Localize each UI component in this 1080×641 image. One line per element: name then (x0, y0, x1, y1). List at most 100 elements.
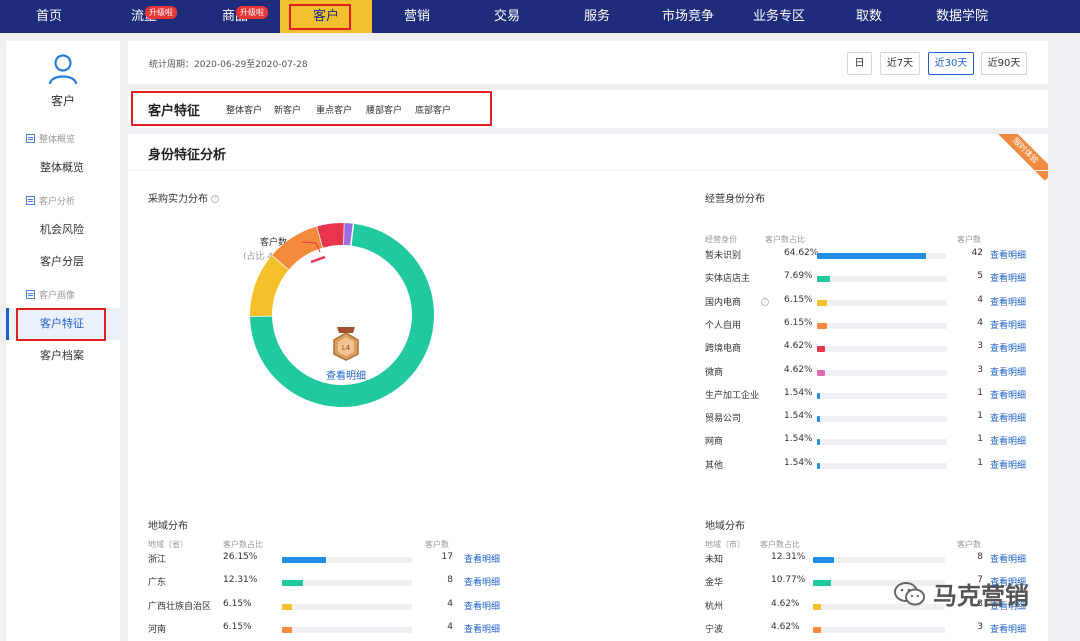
detail-link[interactable]: 查看明细 (990, 552, 1026, 565)
watermark: 马克营销 (893, 576, 1029, 611)
table-row: 生产加工企业 1.54% 1 查看明细 (705, 388, 1035, 404)
row-name: 广西壮族自治区 (148, 601, 212, 612)
help-icon[interactable]: ? (211, 195, 219, 203)
sidebar-item-risk[interactable]: 机会风险 (6, 214, 120, 246)
sidebar-group-portrait: 客户画像 (26, 288, 75, 301)
province-header-name: 地域（省） (148, 540, 188, 549)
nav-item-home[interactable]: 首页 (0, 0, 98, 33)
row-name: 河南 (148, 624, 167, 635)
share-bar (817, 392, 947, 399)
highlight-customer-tabs (131, 91, 492, 126)
city-title: 地域分布 (705, 521, 745, 532)
row-count: 3 (977, 621, 983, 632)
nav-item-trade[interactable]: 交易 (462, 0, 552, 33)
row-name: 个人自用 (705, 320, 742, 331)
share-bar-fill (817, 346, 825, 353)
detail-link[interactable]: 查看明细 (990, 341, 1026, 354)
highlight-sidebar-features (16, 308, 106, 341)
row-count: 3 (977, 364, 983, 375)
wechat-icon (894, 581, 925, 605)
nav-item-academy[interactable]: 数据学院 (914, 0, 1010, 33)
table-row: 浙江 26.15% 17 查看明细 (148, 552, 500, 568)
row-share: 6.15% (784, 317, 813, 328)
detail-link[interactable]: 查看明细 (990, 248, 1026, 261)
share-bar-fill (817, 392, 820, 399)
row-share: 26.15% (223, 552, 258, 562)
row-share: 4.62% (771, 598, 800, 609)
donut-detail-link[interactable]: 查看明细 (326, 367, 366, 382)
share-bar (282, 603, 412, 610)
row-name: 微商 (705, 367, 724, 378)
row-name: 未知 (705, 555, 724, 565)
sidebar-item-overview[interactable]: 整体概览 (6, 152, 120, 184)
row-name: 浙江 (148, 555, 167, 565)
nav-item-market[interactable]: 市场竞争 (642, 0, 734, 33)
table-row: 国内电商? 6.15% 4 查看明细 (705, 295, 1035, 311)
detail-link[interactable]: 查看明细 (464, 575, 500, 588)
range-button-day[interactable]: 日 (847, 52, 872, 75)
share-bar-fill (813, 626, 821, 633)
donut-slice (250, 255, 290, 317)
detail-link[interactable]: 查看明细 (990, 318, 1026, 331)
table-row: 暂未识别 64.62% 42 查看明细 (705, 248, 1035, 264)
detail-link[interactable]: 查看明细 (990, 271, 1026, 284)
row-share: 1.54% (784, 387, 813, 398)
range-button-30d[interactable]: 近30天 (928, 52, 974, 75)
table-row: 宁波 4.62% 3 查看明细 (705, 622, 1035, 638)
range-button-7d[interactable]: 近7天 (880, 52, 920, 75)
table-row: 未知 12.31% 8 查看明细 (705, 552, 1035, 568)
nav-item-marketing[interactable]: 营销 (372, 0, 462, 33)
detail-link[interactable]: 查看明细 (464, 622, 500, 635)
row-name: 宁波 (705, 624, 724, 635)
period-text: 统计周期：2020-06-29至2020-07-28 (149, 60, 308, 70)
nav-item-business[interactable]: 业务专区 (734, 0, 824, 33)
range-button-90d[interactable]: 近90天 (981, 52, 1027, 75)
share-bar (817, 462, 947, 469)
row-count: 1 (977, 411, 983, 422)
table-row: 广西壮族自治区 6.15% 4 查看明细 (148, 598, 500, 615)
detail-link[interactable]: 查看明细 (990, 295, 1026, 308)
detail-link[interactable]: 查看明细 (990, 434, 1026, 447)
row-count: 1 (977, 387, 983, 398)
row-share: 10.77% (771, 575, 806, 586)
share-bar (817, 416, 947, 423)
detail-link[interactable]: 查看明细 (990, 622, 1026, 635)
detail-link[interactable]: 查看明细 (990, 388, 1026, 401)
detail-link[interactable]: 查看明细 (990, 458, 1026, 471)
row-count: 4 (977, 294, 983, 305)
watermark-text: 马克营销 (933, 582, 1029, 610)
donut-callout-line (301, 241, 326, 264)
share-bar (817, 439, 947, 446)
row-count: 8 (447, 575, 453, 586)
nav-item-traffic[interactable]: 流量 升级啦 (98, 0, 190, 33)
nav-badge: 升级啦 (145, 6, 177, 19)
row-count: 4 (447, 598, 453, 609)
group-icon (26, 290, 35, 299)
row-name: 国内电商 (705, 297, 742, 308)
divider (128, 170, 1048, 171)
highlight-nav-customer (289, 4, 351, 30)
help-icon[interactable]: ? (761, 297, 769, 306)
city-header-count: 客户数 (957, 540, 981, 549)
sidebar-item-tiers[interactable]: 客户分层 (6, 246, 120, 278)
nav-item-data-fetch[interactable]: 取数 (824, 0, 914, 33)
share-bar-fill (813, 557, 835, 563)
sidebar-item-profiles[interactable]: 客户档案 (6, 340, 120, 372)
sidebar-title: 客户 (50, 94, 75, 108)
detail-link[interactable]: 查看明细 (464, 552, 500, 565)
share-bar (817, 369, 947, 376)
row-name: 暂未识别 (705, 251, 742, 261)
row-share: 4.62% (771, 621, 800, 632)
detail-link[interactable]: 查看明细 (990, 365, 1026, 378)
share-bar-fill (817, 416, 820, 423)
row-share: 64.62% (784, 248, 819, 258)
donut-slice (343, 223, 354, 246)
share-bar (817, 346, 947, 353)
nav-item-service[interactable]: 服务 (552, 0, 642, 33)
share-bar-fill (282, 557, 327, 563)
row-share: 7.69% (784, 271, 813, 282)
row-share: 6.15% (223, 598, 252, 609)
nav-item-goods[interactable]: 商品 升级啦 (190, 0, 280, 33)
detail-link[interactable]: 查看明细 (464, 599, 500, 612)
detail-link[interactable]: 查看明细 (990, 411, 1026, 424)
